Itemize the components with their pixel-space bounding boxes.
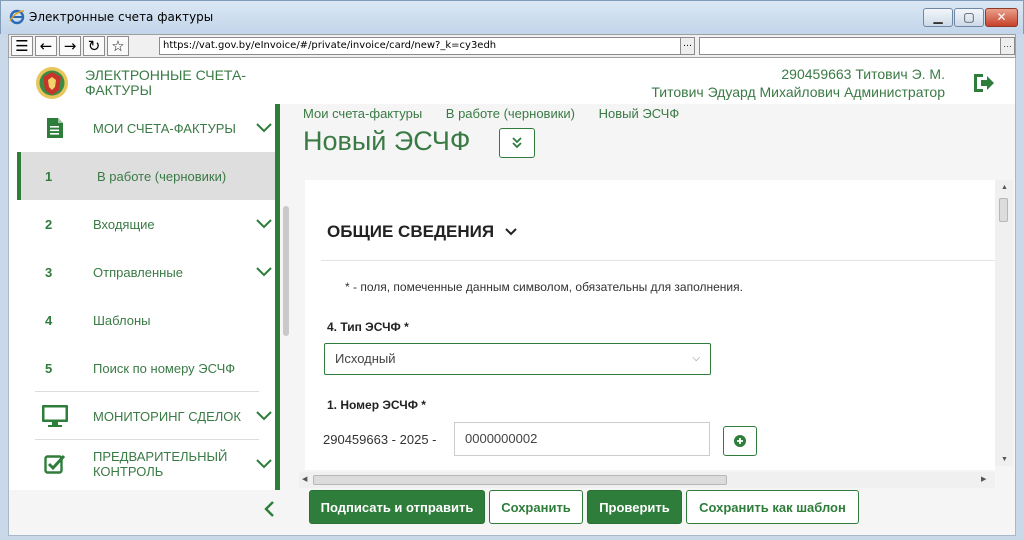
- sidebar-item-number: 4: [45, 312, 53, 328]
- sidebar-section-label: МОНИТОРИНГ СДЕЛОК: [93, 408, 241, 424]
- reload-icon[interactable]: ↻: [83, 36, 105, 56]
- content-horizontal-scrollbar[interactable]: ◀ ▶: [299, 472, 995, 488]
- sidebar-item-label: Входящие: [93, 216, 155, 232]
- plus-circle-icon: [734, 435, 746, 447]
- breadcrumb-item-new: Новый ЭСЧФ: [598, 106, 680, 121]
- search-more-button[interactable]: …: [1000, 38, 1014, 54]
- sidebar-accent-bar: [275, 104, 280, 490]
- required-note: * - поля, помеченные данным символом, об…: [345, 280, 743, 294]
- browser-toolbar: ☰ ← → ↻ ☆ https://vat.gov.by/eInvoice/#/…: [8, 34, 1016, 58]
- number-label: 1. Номер ЭСЧФ *: [327, 398, 426, 412]
- forward-arrow-icon[interactable]: →: [59, 36, 81, 56]
- document-icon: [47, 118, 63, 138]
- add-number-button[interactable]: [723, 426, 757, 456]
- general-info-card: ОБЩИЕ СВЕДЕНИЯ * - поля, помеченные данн…: [305, 180, 995, 470]
- sidebar-item-number: 3: [45, 264, 53, 280]
- user-id: 290459663 Титович Э. М.: [781, 66, 945, 82]
- address-bar[interactable]: https://vat.gov.by/eInvoice/#/private/in…: [159, 37, 695, 55]
- section-header-general[interactable]: ОБЩИЕ СВЕДЕНИЯ: [327, 222, 518, 242]
- scroll-left-arrow-icon[interactable]: ◀: [302, 475, 307, 483]
- page: ЭЛЕКТРОННЫЕ СЧЕТА-ФАКТУРЫ 290459663 Тито…: [8, 58, 1016, 536]
- emblem-logo-icon: [36, 67, 68, 99]
- sidebar-section-label: ПРЕДВАРИТЕЛЬНЫЙ КОНТРОЛЬ: [93, 449, 228, 479]
- save-as-template-button[interactable]: Сохранить как шаблон: [686, 490, 859, 524]
- type-select-value: Исходный: [335, 351, 396, 366]
- sidebar-item-templates[interactable]: 4 Шаблоны: [17, 296, 275, 344]
- breadcrumb-item-drafts[interactable]: В работе (черновики): [446, 106, 575, 121]
- checkbox-checked-icon: [44, 454, 66, 474]
- vertical-scroll-thumb[interactable]: [999, 198, 1008, 222]
- horizontal-scroll-thumb[interactable]: [313, 475, 727, 485]
- sign-and-send-button[interactable]: Подписать и отправить: [309, 490, 485, 524]
- collapse-sidebar-chevron-left-icon[interactable]: [261, 500, 279, 518]
- sidebar-scrollbar[interactable]: [275, 104, 297, 490]
- sidebar-section-my-invoices[interactable]: МОИ СЧЕТА-ФАКТУРЫ: [17, 104, 275, 152]
- sidebar-scroll-thumb[interactable]: [283, 206, 289, 336]
- sidebar-item-sent[interactable]: 3 Отправленные: [17, 248, 275, 296]
- sidebar-section-label: МОИ СЧЕТА-ФАКТУРЫ: [93, 120, 236, 136]
- chevron-down-icon: ⌵: [692, 353, 700, 364]
- page-title: Новый ЭСЧФ: [303, 126, 471, 156]
- expand-all-button[interactable]: [499, 128, 535, 158]
- star-icon[interactable]: ☆: [107, 36, 129, 56]
- sidebar-item-drafts[interactable]: 1 В работе (черновики): [17, 152, 275, 200]
- section-title: ОБЩИЕ СВЕДЕНИЯ: [327, 222, 495, 241]
- sidebar-item-number: 1: [45, 168, 53, 184]
- logout-icon[interactable]: [971, 72, 995, 94]
- url-text: https://vat.gov.by/eInvoice/#/private/in…: [163, 40, 497, 51]
- chevron-down-icon: [505, 228, 517, 236]
- check-button[interactable]: Проверить: [587, 490, 682, 524]
- chevron-down-icon: [256, 219, 272, 229]
- user-full-name: Титович Эдуард Михайлович Администратор: [651, 84, 945, 100]
- section-divider: [321, 260, 995, 261]
- double-chevron-down-icon: [512, 137, 522, 149]
- minimize-button[interactable]: ▁: [923, 8, 953, 27]
- content-vertical-scrollbar[interactable]: ▲ ▼: [995, 180, 1013, 466]
- sidebar-section-precontrol[interactable]: ПРЕДВАРИТЕЛЬНЫЙ КОНТРОЛЬ: [17, 440, 275, 488]
- scroll-up-arrow-icon[interactable]: ▲: [1001, 184, 1008, 191]
- monitor-icon: [42, 405, 68, 427]
- sidebar-section-monitoring[interactable]: МОНИТОРИНГ СДЕЛОК: [17, 392, 275, 440]
- sidebar-item-label: Отправленные: [93, 264, 183, 280]
- menu-icon[interactable]: ☰: [11, 36, 33, 56]
- sidebar-item-search-number[interactable]: 5 Поиск по номеру ЭСЧФ: [17, 344, 275, 392]
- sidebar-item-label: Поиск по номеру ЭСЧФ: [93, 360, 236, 376]
- scroll-down-arrow-icon[interactable]: ▼: [1001, 456, 1008, 463]
- back-arrow-icon[interactable]: ←: [35, 36, 57, 56]
- site-header: ЭЛЕКТРОННЫЕ СЧЕТА-ФАКТУРЫ 290459663 Тито…: [9, 58, 1015, 104]
- chevron-down-icon: [256, 459, 272, 469]
- maximize-button[interactable]: ▢: [954, 8, 984, 27]
- window-titlebar: Электронные счета фактуры ▁ ▢ ✕: [0, 0, 1024, 34]
- sidebar: МОИ СЧЕТА-ФАКТУРЫ 1 В работе (черновики)…: [9, 104, 275, 490]
- chevron-down-icon: [256, 267, 272, 277]
- breadcrumb-item-my-invoices[interactable]: Мои счета-фактуры: [303, 106, 422, 121]
- number-prefix: 290459663 - 2025 -: [323, 432, 437, 447]
- chevron-down-icon: [256, 123, 272, 133]
- type-select[interactable]: Исходный ⌵: [324, 343, 711, 375]
- type-label: 4. Тип ЭСЧФ *: [327, 320, 409, 334]
- breadcrumb: Мои счета-фактуры В работе (черновики) Н…: [303, 106, 699, 121]
- sidebar-item-label: В работе (черновики): [97, 168, 227, 184]
- invoice-number-input[interactable]: 0000000002: [454, 422, 710, 456]
- address-more-button[interactable]: …: [680, 38, 694, 54]
- sidebar-item-number: 5: [45, 360, 53, 376]
- brand-title: ЭЛЕКТРОННЫЕ СЧЕТА-ФАКТУРЫ: [85, 67, 246, 98]
- window-title: Электронные счета фактуры: [29, 10, 214, 24]
- sidebar-item-label: Шаблоны: [93, 312, 151, 328]
- sidebar-item-incoming[interactable]: 2 Входящие: [17, 200, 275, 248]
- save-button[interactable]: Сохранить: [489, 490, 583, 524]
- ie-app-icon: [9, 9, 25, 25]
- sidebar-item-number: 2: [45, 216, 53, 232]
- close-button[interactable]: ✕: [985, 8, 1018, 27]
- chevron-down-icon: [256, 411, 272, 421]
- scroll-right-arrow-icon[interactable]: ▶: [981, 475, 986, 483]
- search-box[interactable]: …: [699, 37, 1015, 55]
